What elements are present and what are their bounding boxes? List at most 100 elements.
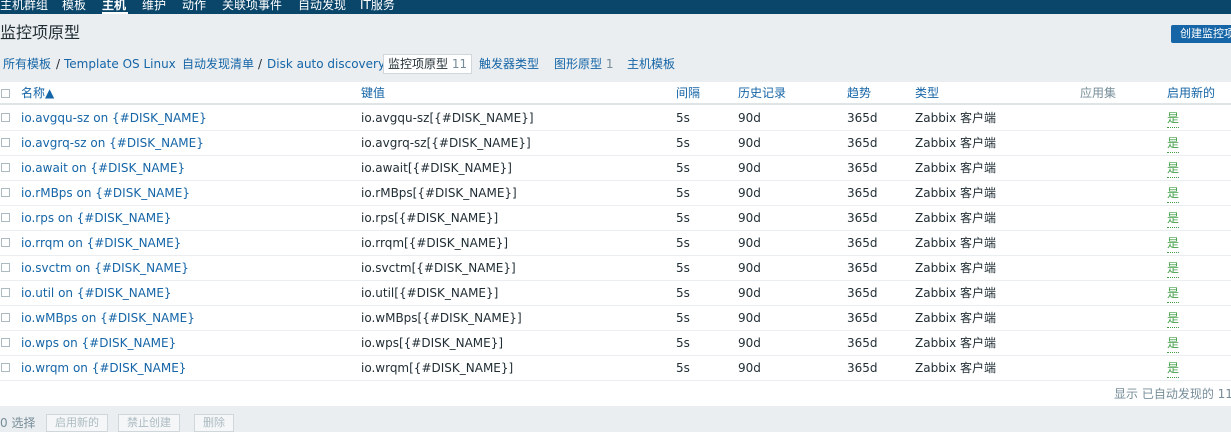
tab-item-prototypes[interactable]: 监控项原型 11 — [383, 54, 473, 74]
row-checkbox[interactable] — [1, 288, 10, 297]
table-row: io.wps on {#DISK_NAME} io.wps[{#DISK_NAME… — [0, 331, 1231, 356]
breadcrumb-discovery-list[interactable]: 自动发现清单 — [182, 54, 254, 74]
item-name-link[interactable]: io.rMBps on {#DISK_NAME} — [21, 181, 190, 205]
row-checkbox[interactable] — [1, 113, 10, 122]
item-trends: 365d — [847, 336, 878, 350]
column-header-history[interactable]: 历史记录 — [738, 82, 786, 104]
column-header-interval[interactable]: 间隔 — [676, 82, 700, 104]
table-row: io.wMBps on {#DISK_NAME} io.wMBps[{#DISK_… — [0, 306, 1231, 331]
column-header-key[interactable]: 键值 — [361, 82, 385, 104]
item-trends: 365d — [847, 136, 878, 150]
row-checkbox[interactable] — [1, 313, 10, 322]
item-key: io.avgrq-sz[{#DISK_NAME}] — [361, 136, 531, 150]
item-interval: 5s — [676, 336, 690, 350]
row-checkbox[interactable] — [1, 213, 10, 222]
item-history: 90d — [738, 261, 761, 275]
table-row: io.svctm on {#DISK_NAME} io.svctm[{#DISK_… — [0, 256, 1231, 281]
tab-trigger-prototypes[interactable]: 触发器类型 — [479, 54, 539, 74]
column-header-trends[interactable]: 趋势 — [847, 82, 871, 104]
nav-actions[interactable]: 动作 — [182, 0, 206, 14]
column-header-applications: 应用集 — [1080, 86, 1117, 100]
item-type: Zabbix 客户端 — [915, 136, 997, 150]
table-row: io.util on {#DISK_NAME} io.util[{#DISK_NA… — [0, 281, 1231, 306]
item-name-link[interactable]: io.rps on {#DISK_NAME} — [21, 206, 171, 230]
column-header-create-enabled[interactable]: 启用新的 — [1167, 82, 1215, 104]
item-create-enabled-toggle[interactable]: 是 — [1167, 110, 1180, 128]
row-checkbox[interactable] — [1, 238, 10, 247]
item-type: Zabbix 客户端 — [915, 336, 997, 350]
item-name-link[interactable]: io.avgqu-sz on {#DISK_NAME} — [21, 106, 207, 130]
table-row: io.avgqu-sz on {#DISK_NAME} io.avgqu-sz[{… — [0, 106, 1231, 131]
tab-graph-prototypes[interactable]: 图形原型 1 — [554, 54, 613, 74]
item-trends: 365d — [847, 236, 878, 250]
delete-button[interactable]: 删除 — [194, 414, 234, 432]
item-name-link[interactable]: io.await on {#DISK_NAME} — [21, 156, 185, 180]
item-interval: 5s — [676, 136, 690, 150]
item-key: io.wMBps[{#DISK_NAME}] — [361, 311, 522, 325]
item-interval: 5s — [676, 161, 690, 175]
item-trends: 365d — [847, 361, 878, 375]
item-name-link[interactable]: io.util on {#DISK_NAME} — [21, 281, 172, 305]
item-trends: 365d — [847, 111, 878, 125]
item-trends: 365d — [847, 286, 878, 300]
nav-it-services[interactable]: IT服务 — [360, 0, 395, 14]
item-type: Zabbix 客户端 — [915, 286, 997, 300]
item-history: 90d — [738, 186, 761, 200]
tab-host-templates[interactable]: 主机模板 — [627, 54, 675, 74]
enable-create-button[interactable]: 启用新的 — [46, 414, 108, 432]
create-item-prototype-button[interactable]: 创建监控项原型 — [1171, 25, 1231, 43]
item-type: Zabbix 客户端 — [915, 261, 997, 275]
column-header-type[interactable]: 类型 — [915, 82, 939, 104]
nav-templates[interactable]: 模板 — [62, 0, 86, 14]
row-checkbox[interactable] — [1, 263, 10, 272]
row-checkbox[interactable] — [1, 363, 10, 372]
item-name-link[interactable]: io.svctm on {#DISK_NAME} — [21, 256, 189, 280]
table-header-row: 名称▲ 键值 间隔 历史记录 趋势 类型 应用集 启用新的 — [0, 82, 1231, 105]
item-create-enabled-toggle[interactable]: 是 — [1167, 185, 1180, 203]
item-name-link[interactable]: io.wMBps on {#DISK_NAME} — [21, 306, 195, 330]
breadcrumb-all-templates[interactable]: 所有模板 — [3, 54, 51, 74]
select-all-checkbox[interactable] — [1, 89, 10, 98]
tab-item-prototypes-count: 11 — [451, 57, 468, 71]
item-history: 90d — [738, 111, 761, 125]
nav-event-correlation[interactable]: 关联项事件 — [222, 0, 282, 14]
disable-create-button[interactable]: 禁止创建 — [118, 414, 180, 432]
item-name-link[interactable]: io.wps on {#DISK_NAME} — [21, 331, 176, 355]
item-create-enabled-toggle[interactable]: 是 — [1167, 360, 1180, 378]
row-checkbox[interactable] — [1, 188, 10, 197]
column-header-name[interactable]: 名称▲ — [21, 82, 54, 104]
nav-host-groups[interactable]: 主机群组 — [0, 0, 48, 14]
breadcrumb: 所有模板 / Template OS Linux 自动发现清单 / Disk a… — [0, 54, 1231, 76]
nav-discovery[interactable]: 自动发现 — [298, 0, 346, 14]
row-checkbox[interactable] — [1, 338, 10, 347]
item-key: io.wrqm[{#DISK_NAME}] — [361, 361, 514, 375]
breadcrumb-discovery-rule[interactable]: Disk auto discovery — [267, 54, 385, 74]
item-create-enabled-toggle[interactable]: 是 — [1167, 135, 1180, 153]
row-checkbox[interactable] — [1, 163, 10, 172]
item-key: io.rrqm[{#DISK_NAME}] — [361, 236, 509, 250]
item-create-enabled-toggle[interactable]: 是 — [1167, 285, 1180, 303]
item-create-enabled-toggle[interactable]: 是 — [1167, 260, 1180, 278]
table-row: io.await on {#DISK_NAME} io.await[{#DISK_… — [0, 156, 1231, 181]
item-create-enabled-toggle[interactable]: 是 — [1167, 210, 1180, 228]
table-row: io.rrqm on {#DISK_NAME} io.rrqm[{#DISK_NA… — [0, 231, 1231, 256]
breadcrumb-template[interactable]: Template OS Linux — [64, 54, 176, 74]
item-create-enabled-toggle[interactable]: 是 — [1167, 310, 1180, 328]
row-checkbox[interactable] — [1, 138, 10, 147]
item-interval: 5s — [676, 236, 690, 250]
item-name-link[interactable]: io.rrqm on {#DISK_NAME} — [21, 231, 181, 255]
item-interval: 5s — [676, 361, 690, 375]
item-name-link[interactable]: io.avgrq-sz on {#DISK_NAME} — [21, 131, 204, 155]
item-create-enabled-toggle[interactable]: 是 — [1167, 160, 1180, 178]
table-footer-status: 显示 已自动发现的 11中的11 — [1114, 387, 1231, 401]
item-name-link[interactable]: io.wrqm on {#DISK_NAME} — [21, 356, 186, 380]
nav-maintenance[interactable]: 维护 — [142, 0, 166, 14]
bottom-action-bar: 0 选择 启用新的 禁止创建 删除 — [0, 406, 1231, 432]
item-history: 90d — [738, 311, 761, 325]
item-interval: 5s — [676, 111, 690, 125]
item-trends: 365d — [847, 161, 878, 175]
item-history: 90d — [738, 136, 761, 150]
item-create-enabled-toggle[interactable]: 是 — [1167, 235, 1180, 253]
item-interval: 5s — [676, 261, 690, 275]
item-create-enabled-toggle[interactable]: 是 — [1167, 335, 1180, 353]
